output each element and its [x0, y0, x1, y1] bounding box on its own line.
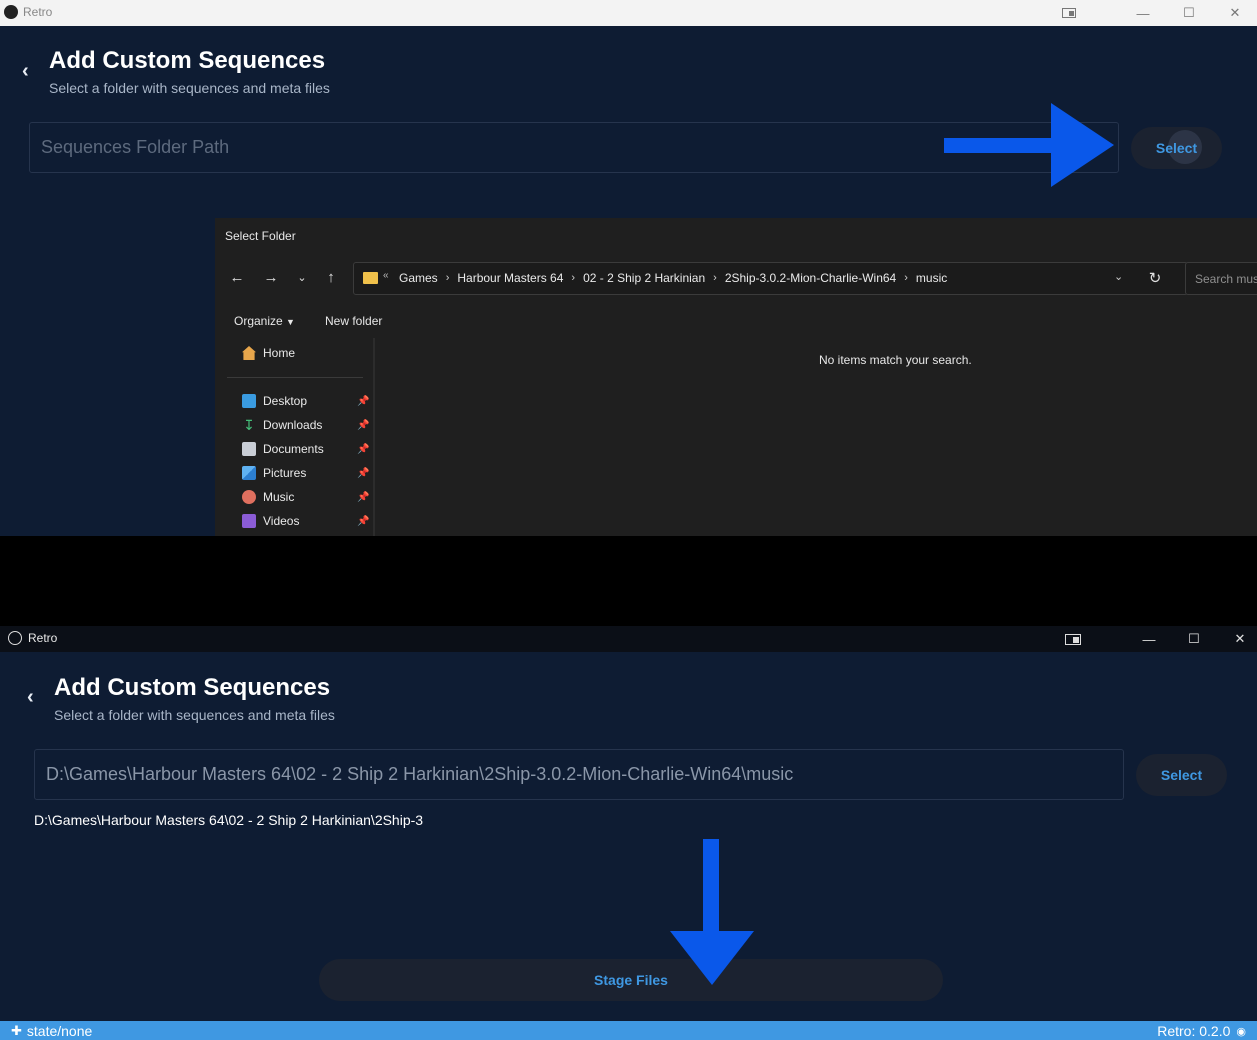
overflow-chevrons-icon[interactable]: «: [383, 270, 389, 281]
page-title: Add Custom Sequences: [49, 47, 326, 74]
status-version: Retro: 0.2.0 ◉: [1157, 1023, 1246, 1039]
nav-label: Home: [263, 346, 296, 360]
navigation-pane: [215, 338, 375, 536]
refresh-icon[interactable]: ↻: [1143, 266, 1167, 290]
status-state[interactable]: ✚ state/none: [11, 1023, 92, 1039]
minimize-button[interactable]: —: [1120, 0, 1166, 26]
back-chevron-icon[interactable]: ‹: [27, 686, 34, 709]
close-button[interactable]: ✕: [1212, 0, 1257, 26]
download-icon: ↧: [243, 417, 255, 433]
breadcrumb-item[interactable]: Games: [399, 271, 438, 285]
pin-icon: 📌: [357, 468, 370, 479]
pin-icon: 📌: [357, 516, 370, 527]
nav-divider: [227, 377, 363, 378]
breadcrumb-item[interactable]: 2Ship-3.0.2-Mion-Charlie-Win64: [725, 271, 896, 285]
globe-icon: ◉: [1236, 1025, 1246, 1038]
breadcrumb-item[interactable]: 02 - 2 Ship 2 Harkinian: [583, 271, 705, 285]
top-screenshot-panel: Retro — ☐ ✕ ‹ Add Custom Sequences Selec…: [0, 0, 1257, 536]
stage-files-label: Stage Files: [594, 972, 668, 988]
dialog-toolbar: Organize ▼ New folder: [215, 307, 1257, 337]
videos-icon: [242, 514, 256, 528]
window-titlebar: Retro — ☐ ✕: [0, 0, 1257, 26]
nav-item-documents[interactable]: Documents: [242, 439, 324, 459]
nav-item-home[interactable]: Home: [242, 343, 295, 363]
select-folder-dialog: Select Folder ← → ⌄ ↑ « Games › Harbour M…: [215, 218, 1257, 536]
nav-item-music[interactable]: Music: [242, 487, 294, 507]
home-icon: [242, 346, 256, 360]
back-arrow-icon[interactable]: ←: [226, 266, 248, 288]
state-icon: ✚: [11, 1023, 22, 1038]
empty-results-message: No items match your search.: [819, 353, 972, 367]
organize-label: Organize: [234, 314, 283, 328]
app-logo-icon: [4, 5, 18, 19]
window-title: Retro: [23, 5, 53, 19]
select-button-label: Select: [1155, 140, 1198, 156]
desktop-icon: [242, 394, 256, 408]
cast-icon[interactable]: [1050, 626, 1096, 652]
breadcrumb-item[interactable]: Harbour Masters 64: [457, 271, 563, 285]
nav-item-downloads[interactable]: ↧ Downloads: [242, 415, 322, 435]
pane-splitter[interactable]: [373, 338, 375, 536]
pin-icon: 📌: [357, 444, 370, 455]
window-title: Retro: [28, 631, 58, 645]
breadcrumb-separator-icon: ›: [571, 272, 576, 284]
maximize-button[interactable]: ☐: [1166, 0, 1212, 26]
search-input[interactable]: [1185, 262, 1257, 295]
nav-label: Videos: [263, 514, 300, 528]
back-chevron-icon[interactable]: ‹: [22, 60, 29, 83]
documents-icon: [242, 442, 256, 456]
close-button[interactable]: ✕: [1217, 626, 1257, 652]
cast-icon[interactable]: [1046, 0, 1092, 26]
pin-icon: 📌: [357, 420, 370, 431]
status-bar: ✚ state/none Retro: 0.2.0 ◉: [0, 1021, 1257, 1040]
recent-locations-chevron-icon[interactable]: ⌄: [291, 266, 313, 288]
folder-icon: [363, 272, 378, 284]
state-label: state/none: [26, 1023, 93, 1039]
nav-label: Pictures: [263, 466, 307, 480]
nav-label: Documents: [263, 442, 324, 456]
minimize-button[interactable]: —: [1126, 626, 1172, 652]
stage-files-button[interactable]: Stage Files: [319, 959, 943, 1001]
pictures-icon: [242, 466, 256, 480]
organize-menu[interactable]: Organize ▼: [234, 314, 295, 328]
new-folder-button[interactable]: New folder: [325, 314, 382, 328]
nav-label: Downloads: [263, 418, 323, 432]
forward-arrow-icon[interactable]: →: [260, 266, 282, 288]
page-subtitle: Select a folder with sequences and meta …: [54, 707, 335, 723]
breadcrumb-separator-icon: ›: [713, 272, 717, 284]
up-arrow-icon[interactable]: ↑: [320, 266, 342, 288]
select-button-label: Select: [1160, 767, 1203, 783]
pin-icon: 📌: [357, 396, 370, 407]
annotation-arrow-right-icon: [944, 103, 1114, 187]
music-icon: [242, 490, 256, 504]
address-bar[interactable]: « Games › Harbour Masters 64 › 02 - 2 Ship…: [353, 262, 1188, 295]
page-subtitle: Select a folder with sequences and meta …: [49, 80, 330, 96]
nav-item-videos[interactable]: Videos: [242, 511, 299, 531]
bottom-screenshot-panel: Retro — ☐ ✕ ‹ Add Custom Sequences Selec…: [0, 626, 1257, 1040]
app-logo-icon: [8, 631, 22, 645]
window-titlebar: Retro — ☐ ✕: [0, 626, 1257, 652]
sequences-folder-path-input[interactable]: [34, 749, 1124, 800]
dialog-title: Select Folder: [225, 229, 296, 243]
version-label: Retro: 0.2.0: [1157, 1023, 1231, 1039]
pin-icon: 📌: [357, 492, 370, 503]
nav-item-pictures[interactable]: Pictures: [242, 463, 306, 483]
breadcrumb: Games › Harbour Masters 64 › 02 - 2 Ship 2…: [399, 271, 947, 285]
nav-label: Music: [263, 490, 295, 504]
breadcrumb-item[interactable]: music: [916, 271, 947, 285]
caret-down-icon: ▼: [286, 317, 295, 327]
breadcrumb-separator-icon: ›: [904, 272, 908, 284]
nav-item-desktop[interactable]: Desktop: [242, 391, 307, 411]
selected-path-text: D:\Games\Harbour Masters 64\02 - 2 Ship …: [34, 812, 424, 828]
maximize-button[interactable]: ☐: [1171, 626, 1217, 652]
annotation-arrow-down-icon: [670, 839, 754, 985]
breadcrumb-separator-icon: ›: [445, 272, 450, 284]
nav-label: Desktop: [263, 394, 308, 408]
select-folder-button[interactable]: Select: [1136, 754, 1227, 796]
page-title: Add Custom Sequences: [54, 674, 331, 701]
address-dropdown-icon[interactable]: ⌄: [1114, 270, 1123, 283]
select-folder-button[interactable]: Select: [1131, 127, 1222, 169]
